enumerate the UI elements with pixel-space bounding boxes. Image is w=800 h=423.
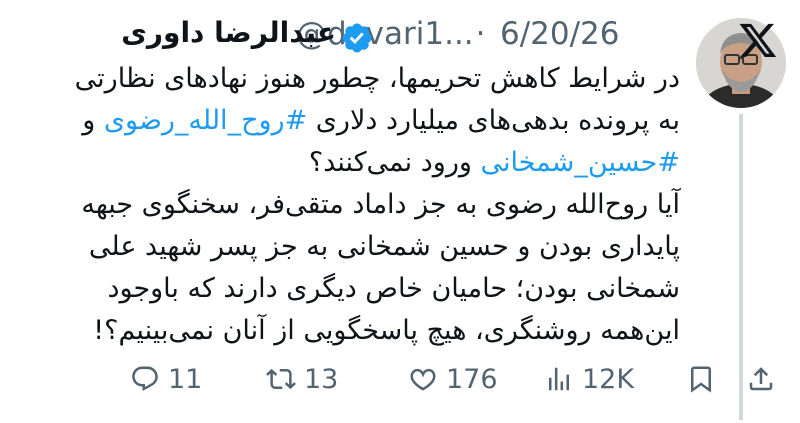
bookmark-icon [691,366,711,393]
text-segment: و [82,105,104,136]
tweet-text-line: شمخانی بودن؛ حامیان خاص دیگری دارند که ب… [30,268,680,310]
reply-count: 11 [168,363,203,395]
tweet-card[interactable]: 6/20/26 @davari1...· عبدالرضا داوری در ش… [0,0,800,423]
share-button[interactable] [746,354,776,404]
tweet-text: در شرایط کاهش تحریمها، چطور هنوز نهادهای… [30,58,680,352]
tweet-text-line: آیا روح‌الله رضوی به جز داماد متقی‌فر، س… [30,184,680,226]
reply-icon [132,366,158,392]
retweet-count: 13 [304,363,339,395]
tweet-text-line: این‌همه روشنگری، هیچ پاسخگویی از آنان نم… [30,310,680,352]
share-icon [749,367,773,391]
retweet-button[interactable]: 13 [266,354,338,404]
hashtag-link[interactable]: #حسین_شمخانی [480,147,680,178]
tweet-text-line: در شرایط کاهش تحریمها، چطور هنوز نهادهای… [30,58,680,100]
text-segment: ورود نمی‌کنند؟ [308,147,481,178]
action-bar: 11 13 176 12K [0,354,800,404]
text-segment: این‌همه روشنگری، هیچ پاسخگویی از آنان نم… [93,315,680,346]
views-button[interactable]: 12K [544,354,634,404]
separator-dot: · [475,16,486,52]
text-segment: پایداری بودن و حسین شمخانی به جز پسر شهی… [88,231,680,262]
hashtag-link[interactable]: #روح_الله_رضوی [104,105,307,136]
retweet-icon [266,368,296,390]
text-segment: در شرایط کاهش تحریمها، چطور هنوز نهادهای… [74,63,680,94]
x-logo-icon [739,23,777,57]
reply-button[interactable]: 11 [130,354,202,404]
verified-badge-icon [342,23,372,53]
text-segment: شمخانی بودن؛ حامیان خاص دیگری دارند که ب… [107,273,680,304]
views-chart-icon [549,367,569,391]
author-name[interactable]: عبدالرضا داوری [90,16,336,49]
text-segment: به پرونده بدهی‌های میلیارد دلاری [307,105,680,136]
tweet-text-line: پایداری بودن و حسین شمخانی به جز پسر شهی… [30,226,680,268]
like-button[interactable]: 176 [408,354,498,404]
like-count: 176 [446,363,498,395]
views-count: 12K [582,363,635,395]
heart-icon [410,368,436,391]
text-segment: آیا روح‌الله رضوی به جز داماد متقی‌فر، س… [81,189,680,220]
tweet-text-line: #حسین_شمخانی ورود نمی‌کنند؟ [30,142,680,184]
bookmark-button[interactable] [686,354,716,404]
tweet-text-line: به پرونده بدهی‌های میلیارد دلاری #روح_ال… [30,100,680,142]
